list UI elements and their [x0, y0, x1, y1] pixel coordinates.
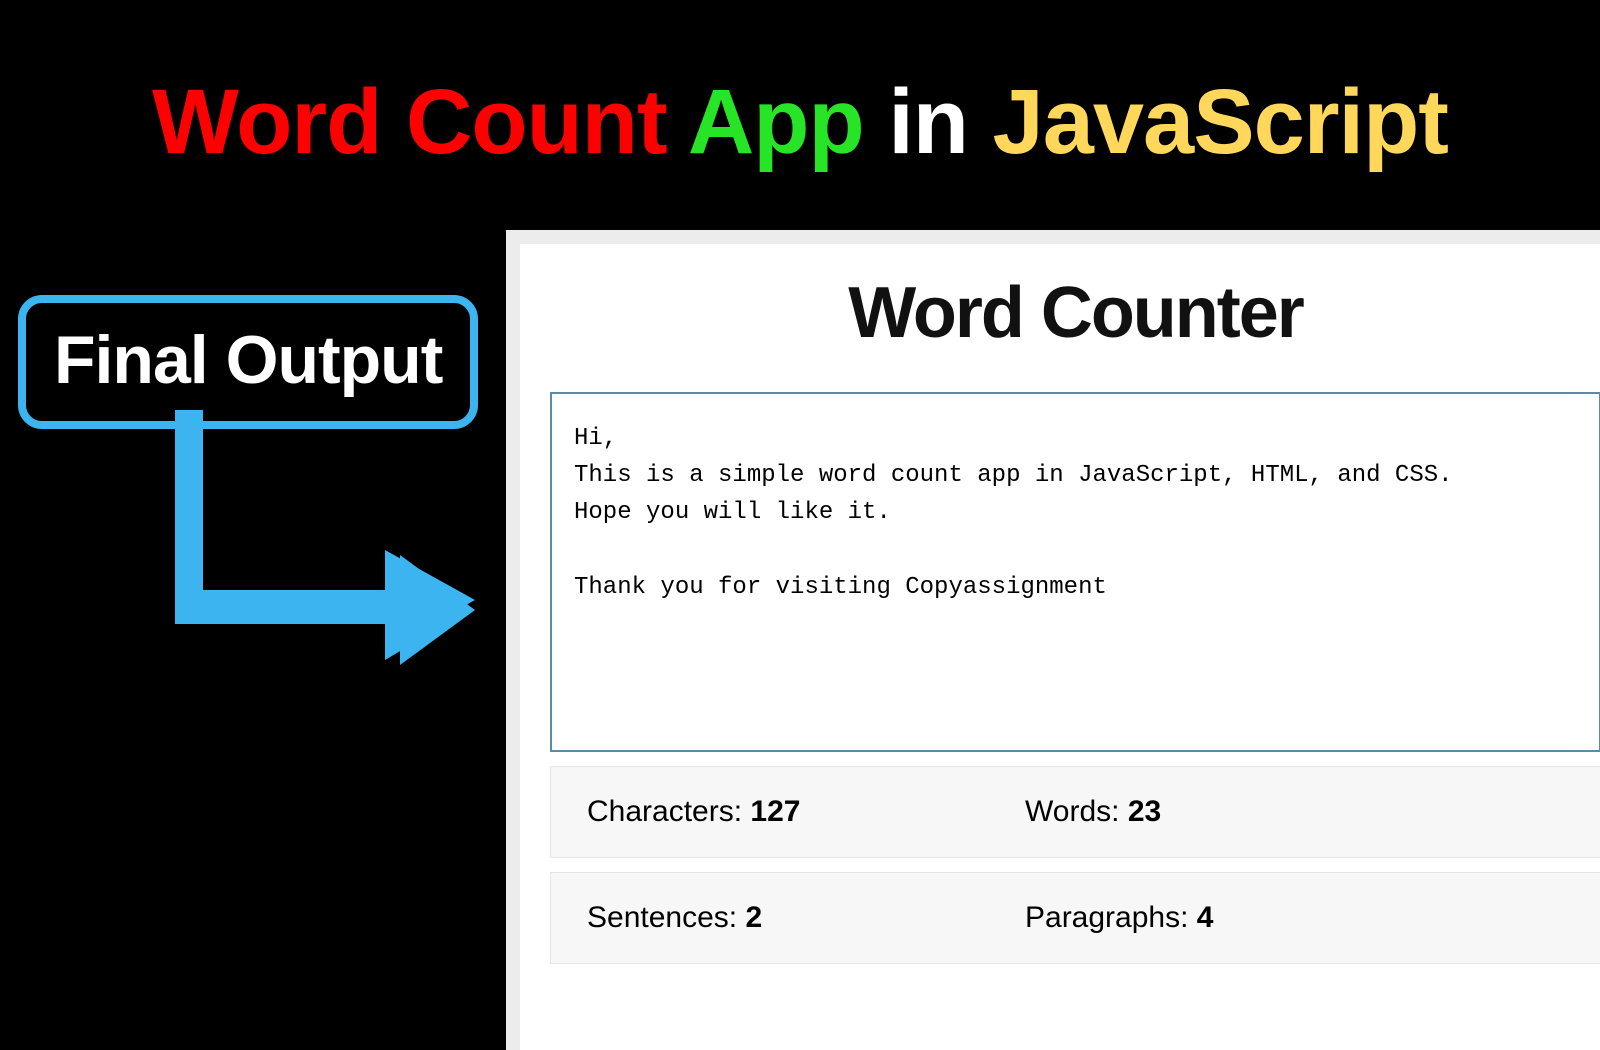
title-part-4: JavaScript — [993, 71, 1448, 173]
stat-sentences-value: 2 — [745, 901, 762, 934]
arrow-icon — [175, 410, 475, 670]
stat-words: Words: 23 — [1025, 795, 1463, 829]
app-heading: Word Counter — [550, 272, 1600, 354]
final-output-callout: Final Output — [18, 295, 478, 429]
title-part-1: Word Count — [152, 71, 667, 173]
stat-paragraphs-value: 4 — [1197, 901, 1214, 934]
stat-characters-label: Characters: — [587, 795, 750, 828]
stat-words-value: 23 — [1128, 795, 1161, 828]
stats-row-2: Sentences: 2 Paragraphs: 4 — [550, 872, 1600, 964]
stat-characters: Characters: 127 — [587, 795, 1025, 829]
slide-title: Word Count App in JavaScript — [0, 0, 1600, 205]
title-part-2: App — [688, 71, 864, 173]
stat-paragraphs-label: Paragraphs: — [1025, 901, 1197, 934]
text-input[interactable]: Hi, This is a simple word count app in J… — [550, 392, 1600, 752]
final-output-label: Final Output — [54, 321, 442, 399]
stat-words-label: Words: — [1025, 795, 1128, 828]
app-window: Word Counter Hi, This is a simple word c… — [506, 230, 1600, 1050]
stat-characters-value: 127 — [750, 795, 800, 828]
title-part-3: in — [888, 71, 968, 173]
stat-sentences: Sentences: 2 — [587, 901, 1025, 935]
stat-paragraphs: Paragraphs: 4 — [1025, 901, 1463, 935]
stats-row-1: Characters: 127 Words: 23 — [550, 766, 1600, 858]
app-card: Word Counter Hi, This is a simple word c… — [520, 244, 1600, 1050]
stat-sentences-label: Sentences: — [587, 901, 745, 934]
